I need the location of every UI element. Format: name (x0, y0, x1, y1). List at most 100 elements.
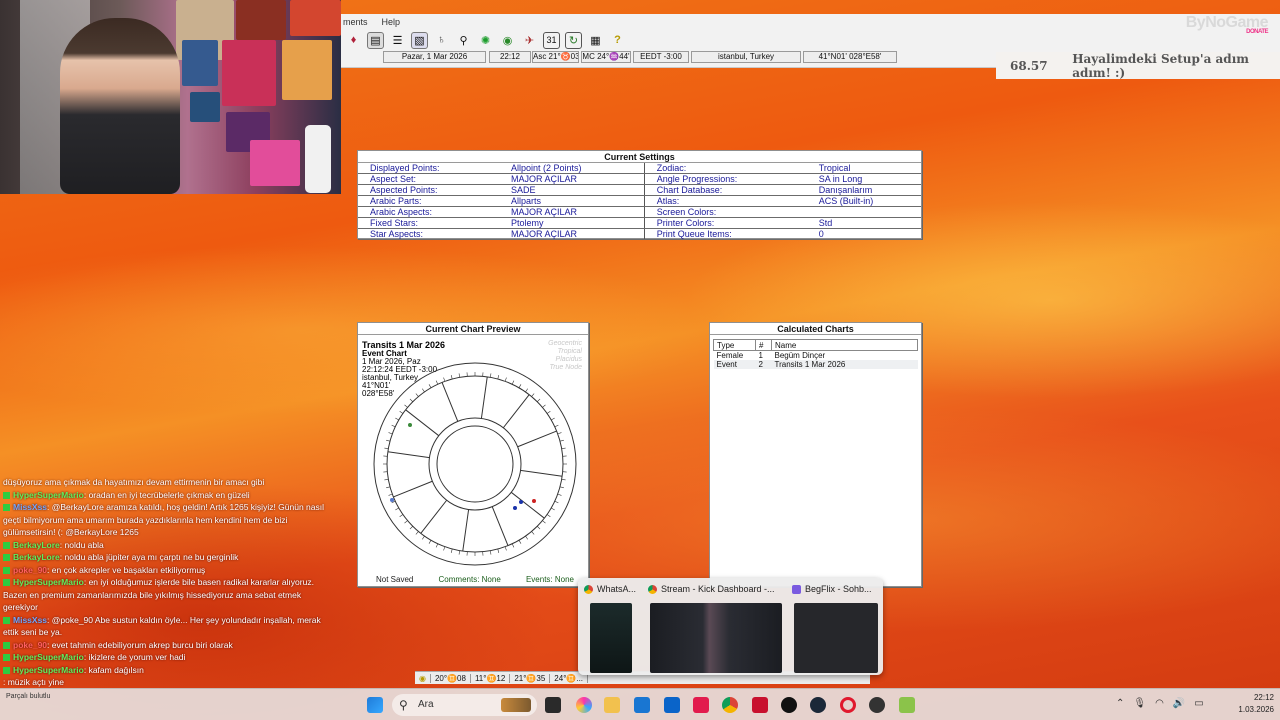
sun-icon[interactable]: ✺ (477, 32, 494, 49)
music-app-icon[interactable] (693, 697, 709, 713)
obs-icon[interactable] (869, 697, 885, 713)
wifi-icon[interactable]: ◠ (1155, 698, 1164, 709)
microphone-icon[interactable]: 🎙 (1133, 698, 1146, 709)
degree-tick (391, 424, 396, 428)
degree-tick (399, 410, 404, 414)
row-number: 1 (758, 351, 763, 360)
store-icon[interactable] (634, 697, 650, 713)
clock[interactable]: 22:12 1.03.2026 (1238, 692, 1274, 716)
chat-message: düşüyoruz ama çıkmak da hayatımızı devam… (3, 476, 338, 489)
chat-username[interactable]: BerkayLore (13, 540, 60, 550)
preview-kick-dashboard[interactable]: Stream - Kick Dashboard -... (648, 581, 784, 673)
degree-tick (531, 393, 535, 397)
task-view-icon[interactable] (545, 697, 561, 713)
preview-whatsapp[interactable]: WhatsA... (584, 581, 640, 673)
settings-value: Danışanlarım (818, 184, 921, 197)
chrome-icon[interactable] (722, 697, 738, 713)
preview-begflix[interactable]: BegFlix - Sohb... (792, 581, 880, 673)
settings-label: Fixed Stars: (358, 217, 511, 230)
menu-item-help[interactable]: Help (382, 17, 401, 27)
binoculars-icon[interactable]: ⚲ (455, 32, 472, 49)
chat-username[interactable]: HyperSuperMario (13, 490, 84, 500)
chat-message: poke_90: en çok akrepler ve başakları et… (3, 564, 338, 577)
search-highlight-image (501, 698, 531, 712)
chat-username[interactable]: poke_90 (13, 565, 47, 575)
app-icon[interactable] (899, 697, 915, 713)
search-placeholder: Ara (418, 699, 434, 710)
menu-item-ments[interactable]: ments (343, 17, 368, 27)
image-icon[interactable]: ▧ (411, 31, 428, 49)
red-app-icon[interactable] (752, 697, 768, 713)
chart-wheel[interactable] (358, 361, 590, 571)
degree-tick (554, 500, 559, 504)
degree-tick (542, 520, 546, 524)
volume-icon[interactable]: 🔊 (1173, 698, 1185, 709)
donation-ticker: 68.57 Hayalimdeki Setup'a adım adım! :) (996, 52, 1280, 80)
globe-icon[interactable]: ◉ (499, 32, 516, 49)
chat-text: düşüyoruz ama çıkmak da hayatımızı devam… (3, 477, 265, 487)
settings-value: 0 (818, 228, 921, 241)
list-icon[interactable]: ☰ (389, 32, 406, 49)
planet-icon[interactable]: ♄ (433, 32, 450, 49)
house-cusp-line (462, 509, 470, 552)
degree-tick (557, 493, 562, 496)
wall-poster (290, 0, 341, 36)
degree-tick (537, 398, 541, 402)
col-name[interactable]: Name (771, 339, 918, 351)
settings-value: SADE (510, 184, 645, 197)
calendar-icon[interactable]: 31 (543, 31, 560, 49)
preview-title: BegFlix - Sohb... (805, 584, 872, 594)
chat-username[interactable]: HyperSuperMario (13, 577, 84, 587)
status-place: istanbul, Turkey (691, 51, 801, 63)
steam-icon[interactable] (810, 697, 826, 713)
notepad-icon[interactable]: ▤ (367, 31, 384, 49)
degree-tick (443, 377, 446, 382)
chat-username[interactable]: poke_90 (13, 640, 47, 650)
rocket-icon[interactable]: ✈ (521, 32, 538, 49)
copilot-icon[interactable] (576, 697, 592, 713)
chat-username[interactable]: MissXss (13, 615, 47, 625)
chat-username[interactable]: HyperSuperMario (13, 652, 84, 662)
row-name: Transits 1 Mar 2026 (771, 360, 918, 369)
degree-tick (557, 432, 562, 435)
grid-icon[interactable]: ▦ (587, 32, 604, 49)
col-type[interactable]: Type (713, 339, 756, 351)
settings-value: Std (818, 217, 921, 230)
chat-username[interactable]: MissXss (13, 502, 47, 512)
status-mc: MC 24°♒44' (581, 51, 631, 63)
battery-icon[interactable]: ▭ (1194, 698, 1203, 709)
settings-value: ACS (Built-in) (818, 195, 921, 208)
search-box[interactable]: ⚲ Ara (392, 694, 537, 716)
chart-wheel-icon[interactable]: ♦ (345, 32, 362, 49)
house-cusp-line (517, 430, 557, 448)
degree-tick (388, 493, 393, 496)
taskbar-window-previews: WhatsA... Stream - Kick Dashboard -... B… (578, 578, 883, 675)
settings-value: Allparts (510, 195, 645, 208)
chat-badge-icon (3, 579, 10, 587)
chat-text: : en çok akrepler ve başakları etkiliyor… (47, 564, 206, 575)
col-number[interactable]: # (755, 339, 772, 351)
tiktok-icon[interactable] (781, 697, 797, 713)
weather-widget[interactable]: Parçalı bulutlu (6, 693, 50, 700)
preview-thumbnail (590, 603, 632, 673)
table-row[interactable]: Female 1 Begüm Dinçer (714, 351, 918, 360)
help-icon[interactable]: ? (609, 32, 626, 49)
chat-message: HyperSuperMario: oradan en iyi tecrübele… (3, 489, 338, 502)
row-type: Event (713, 360, 756, 369)
chevron-up-icon[interactable]: ⌃ (1116, 698, 1124, 709)
outlook-icon[interactable] (664, 697, 680, 713)
chat-text: : oradan en iyi tecrübelerle çıkmak en g… (83, 489, 250, 500)
chat-username[interactable]: BerkayLore (13, 552, 60, 562)
degree-tick (409, 398, 413, 402)
file-explorer-icon[interactable] (604, 697, 620, 713)
windows-start-icon[interactable] (367, 697, 383, 713)
panel-title: Current Chart Preview (358, 323, 588, 335)
table-row[interactable]: Event 2 Transits 1 Mar 2026 (713, 360, 918, 369)
opera-icon[interactable] (840, 697, 856, 713)
refresh-icon[interactable]: ↻ (565, 31, 582, 49)
chat-username[interactable]: HyperSuperMario (13, 665, 84, 675)
wall-poster (190, 92, 220, 122)
degree-tick (384, 478, 389, 481)
clock-time: 22:12 (1253, 693, 1274, 702)
status-not-saved: Not Saved (376, 575, 414, 584)
